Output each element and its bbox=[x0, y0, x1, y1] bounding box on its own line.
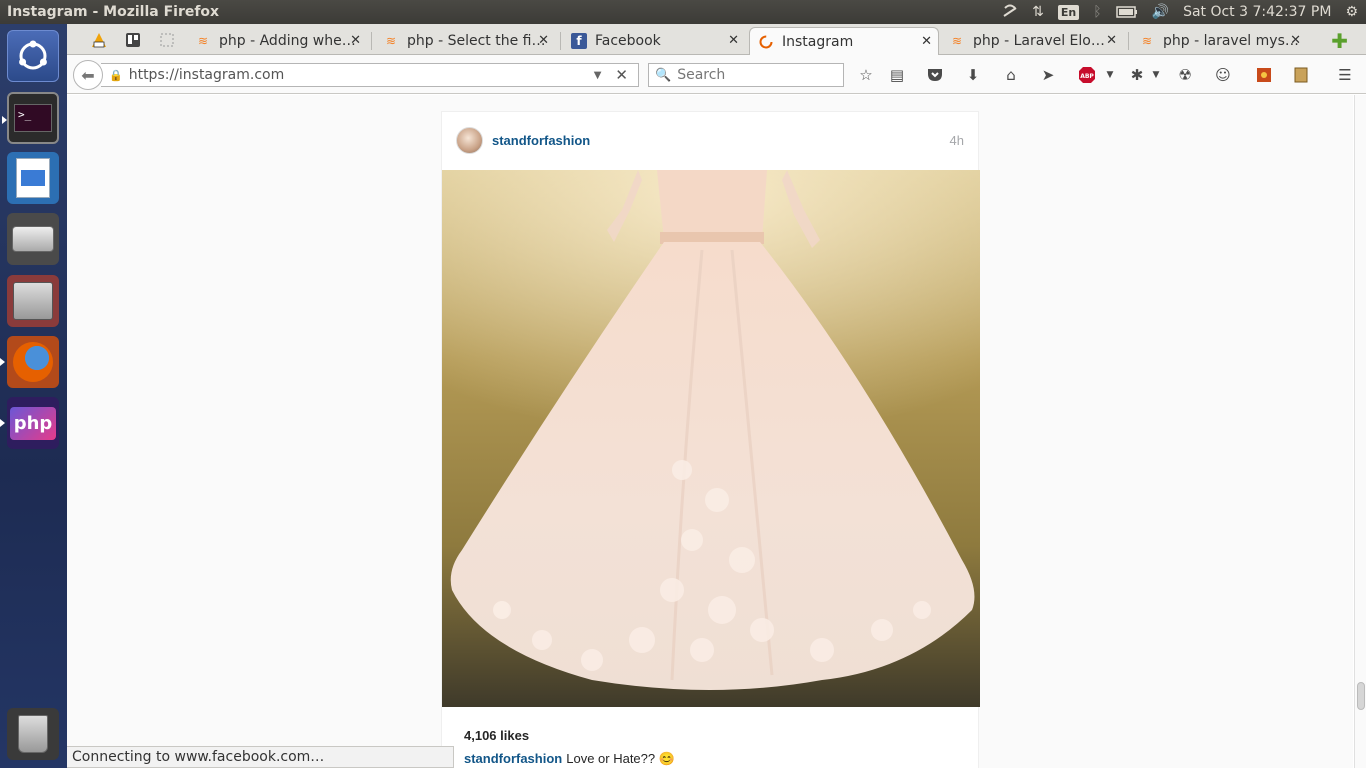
stackoverflow-icon: ≋ bbox=[1141, 34, 1153, 48]
transfer-arrows-icon[interactable]: ⇅ bbox=[1032, 4, 1044, 20]
caption-text: Love or Hate?? 😊 bbox=[566, 751, 675, 766]
search-input[interactable]: 🔍 Search bbox=[648, 63, 844, 87]
firefox-icon[interactable] bbox=[0, 336, 59, 388]
ubuntu-dash-icon[interactable] bbox=[7, 30, 59, 82]
keyboard-language-indicator[interactable]: En bbox=[1057, 4, 1080, 20]
adblock-dropdown-icon[interactable]: ▼ bbox=[1100, 65, 1120, 85]
tab-laravel-mys[interactable]: ≋ php - laravel mys… ✕ bbox=[1133, 27, 1307, 55]
home-icon[interactable]: ⌂ bbox=[1001, 65, 1021, 85]
bluetooth-icon[interactable]: ᛒ bbox=[1093, 4, 1101, 20]
status-bar: Connecting to www.facebook.com… bbox=[67, 746, 454, 768]
libreoffice-impress-icon[interactable] bbox=[7, 152, 59, 204]
hamburger-menu-icon[interactable]: ☰ bbox=[1335, 65, 1355, 85]
tab-separator bbox=[1128, 32, 1129, 50]
facebook-icon: f bbox=[571, 33, 587, 49]
file-cabinet-icon[interactable] bbox=[7, 275, 59, 327]
close-icon[interactable]: ✕ bbox=[728, 33, 739, 48]
post-caption: standforfashion Love or Hate?? 😊 bbox=[464, 751, 675, 767]
post-username[interactable]: standforfashion bbox=[492, 133, 590, 148]
close-icon[interactable]: ✕ bbox=[921, 34, 932, 49]
back-button[interactable]: ⬅ bbox=[73, 60, 103, 90]
stackoverflow-icon: ≋ bbox=[385, 34, 397, 48]
caption-username[interactable]: standforfashion bbox=[464, 751, 562, 766]
avatar[interactable] bbox=[456, 127, 483, 154]
url-bar[interactable]: 🔒 https://instagram.com ▼ ✕ bbox=[101, 63, 639, 87]
trash-icon[interactable] bbox=[7, 708, 59, 760]
phpstorm-icon[interactable]: php bbox=[0, 397, 59, 449]
unity-launcher: >_ php bbox=[0, 24, 67, 768]
svg-text:ABP: ABP bbox=[1080, 73, 1094, 80]
tab-laravel-elo[interactable]: ≋ php - Laravel Elo… ✕ bbox=[943, 27, 1123, 55]
tab-facebook[interactable]: f Facebook ✕ bbox=[565, 27, 745, 55]
share-icon[interactable]: ➤ bbox=[1038, 65, 1058, 85]
stackoverflow-icon: ≋ bbox=[197, 34, 209, 48]
notebook-addon-icon[interactable] bbox=[1291, 65, 1311, 85]
new-tab-icon[interactable]: ✚ bbox=[1331, 29, 1348, 53]
tab-php-select[interactable]: ≋ php - Select the fi… ✕ bbox=[377, 27, 555, 55]
loading-spinner-icon bbox=[758, 34, 774, 50]
close-icon[interactable]: ✕ bbox=[350, 33, 361, 48]
indicator-area: ⇅ En ᛒ 🔊 Sat Oct 3 7:42:37 PM ⚙ bbox=[1002, 0, 1358, 24]
pinned-tab-trello[interactable] bbox=[123, 30, 143, 50]
terminal-icon[interactable]: >_ bbox=[2, 92, 59, 144]
url-text[interactable]: https://instagram.com bbox=[129, 67, 594, 83]
tab-separator bbox=[560, 32, 561, 50]
chat-icon[interactable]: ☺ bbox=[1213, 65, 1233, 85]
pocket-icon[interactable] bbox=[925, 65, 945, 85]
scrollbar-thumb[interactable] bbox=[1357, 682, 1365, 710]
history-dropdown-icon[interactable]: ▼ bbox=[594, 70, 602, 81]
volume-icon[interactable]: 🔊 bbox=[1152, 4, 1169, 20]
close-icon[interactable]: ✕ bbox=[1106, 33, 1117, 48]
pinned-tab-blank[interactable] bbox=[157, 30, 177, 50]
page-content: standforfashion 4h 4,106 likes standforf… bbox=[67, 95, 1353, 768]
instagram-post-card: standforfashion 4h 4,106 likes standforf… bbox=[441, 111, 980, 768]
network-icon[interactable] bbox=[1002, 4, 1018, 20]
tab-separator bbox=[371, 32, 372, 50]
adblock-plus-icon[interactable]: ABP bbox=[1077, 65, 1097, 85]
navigation-toolbar: 🔒 https://instagram.com ▼ ✕ ⬅ 🔍 Search ☆… bbox=[67, 55, 1366, 94]
tab-php-adding[interactable]: ≋ php - Adding whe… ✕ bbox=[189, 27, 367, 55]
back-arrow-icon: ⬅ bbox=[81, 65, 95, 85]
reading-list-icon[interactable]: ▤ bbox=[887, 65, 907, 85]
page-scrollbar[interactable] bbox=[1354, 95, 1366, 768]
close-icon[interactable]: ✕ bbox=[538, 33, 549, 48]
tab-instagram[interactable]: Instagram ✕ bbox=[749, 27, 939, 55]
clock[interactable]: Sat Oct 3 7:42:37 PM bbox=[1183, 4, 1331, 20]
gear-icon[interactable]: ⚙ bbox=[1345, 4, 1358, 20]
lock-icon[interactable]: 🔒 bbox=[109, 69, 123, 82]
tab-bar: ≋ php - Adding whe… ✕ ≋ php - Select the… bbox=[67, 24, 1366, 55]
close-icon[interactable]: ✕ bbox=[1290, 33, 1301, 48]
pinned-tab-pma[interactable] bbox=[89, 30, 109, 50]
window-title: Instagram - Mozilla Firefox bbox=[7, 4, 220, 20]
like-count[interactable]: 4,106 likes bbox=[464, 728, 529, 743]
firebug-dropdown-icon[interactable]: ▼ bbox=[1146, 65, 1166, 85]
bookmark-star-icon[interactable]: ☆ bbox=[856, 65, 876, 85]
search-placeholder: Search bbox=[677, 67, 726, 83]
addon-bug-icon[interactable]: ☢ bbox=[1175, 65, 1195, 85]
firebug-icon[interactable]: ✱ bbox=[1127, 65, 1147, 85]
disk-drive-icon[interactable] bbox=[7, 213, 59, 265]
post-time-ago[interactable]: 4h bbox=[950, 133, 964, 148]
battery-icon[interactable] bbox=[1115, 6, 1138, 18]
stop-icon[interactable]: ✕ bbox=[615, 66, 628, 84]
firefox-window: ≋ php - Adding whe… ✕ ≋ php - Select the… bbox=[67, 24, 1366, 768]
top-panel: Instagram - Mozilla Firefox ⇅ En ᛒ 🔊 Sat… bbox=[0, 0, 1366, 24]
post-photo[interactable] bbox=[442, 170, 980, 707]
download-icon[interactable]: ⬇ bbox=[963, 65, 983, 85]
post-header: standforfashion 4h bbox=[442, 112, 980, 170]
stackoverflow-icon: ≋ bbox=[951, 34, 963, 48]
search-icon: 🔍 bbox=[655, 67, 672, 83]
sun-addon-icon[interactable] bbox=[1254, 65, 1274, 85]
